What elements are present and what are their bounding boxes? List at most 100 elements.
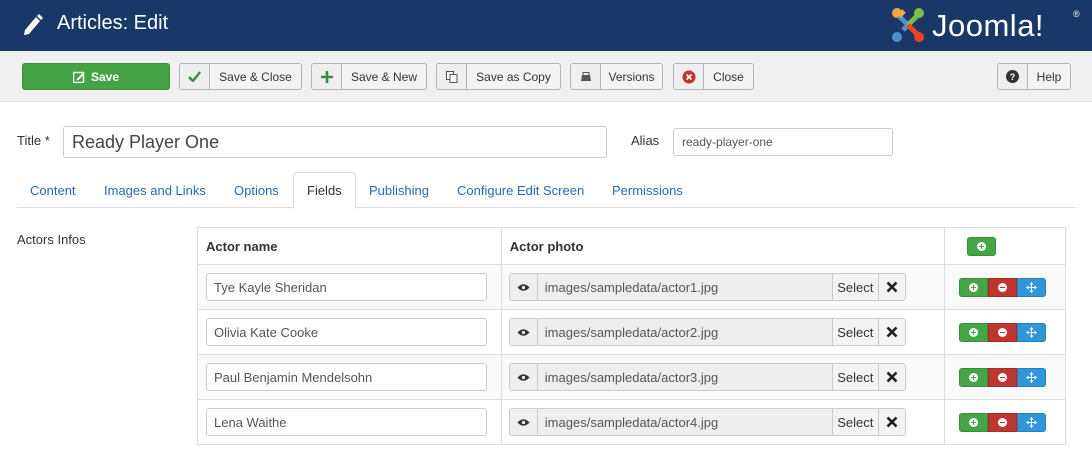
move-icon xyxy=(1026,281,1038,293)
plus-circle-icon xyxy=(969,327,979,337)
actor-photo-path[interactable]: images/sampledata/actor3.jpg xyxy=(537,364,832,390)
actor-name-input[interactable]: Paul Benjamin Mendelsohn xyxy=(206,363,487,391)
add-row-button[interactable] xyxy=(959,412,989,432)
clear-icon[interactable] xyxy=(877,319,905,345)
eye-icon[interactable] xyxy=(509,364,538,390)
table-header-row: Actor name Actor photo xyxy=(197,227,1066,265)
select-button[interactable]: Select xyxy=(831,409,878,435)
save-new-label: Save & New xyxy=(350,69,418,84)
actor-photo-path[interactable]: images/sampledata/actor4.jpg xyxy=(537,409,832,435)
actor-photo-path[interactable]: images/sampledata/actor1.jpg xyxy=(537,274,832,300)
close-label: Close xyxy=(713,69,744,84)
joomla-logo-icon xyxy=(892,8,924,42)
plus-circle-icon xyxy=(969,282,979,292)
table-row: Tye Kayle Sheridan images/sampledata/act… xyxy=(197,264,1066,310)
save-copy-label: Save as Copy xyxy=(476,69,551,84)
remove-row-button[interactable] xyxy=(988,412,1018,432)
actor-photo-path[interactable]: images/sampledata/actor2.jpg xyxy=(537,319,832,345)
actor-name-input[interactable]: Lena Waithe xyxy=(206,408,487,436)
help-label: Help xyxy=(1036,69,1062,84)
actor-photo-field: images/sampledata/actor4.jpg Select xyxy=(508,408,906,436)
remove-row-button[interactable] xyxy=(988,322,1018,342)
plus-circle-icon xyxy=(969,417,979,427)
select-button[interactable]: Select xyxy=(831,319,878,345)
logo-registered-mark: ® xyxy=(1073,9,1080,19)
actor-photo-field: images/sampledata/actor1.jpg Select xyxy=(508,273,906,301)
tab-options[interactable]: Options xyxy=(221,172,292,208)
actor-name-input[interactable]: Tye Kayle Sheridan xyxy=(206,273,487,301)
add-row-button[interactable] xyxy=(959,322,989,342)
versions-label: Versions xyxy=(608,69,655,84)
table-row: Olivia Kate Cooke images/sampledata/acto… xyxy=(197,309,1066,355)
save-copy-button[interactable]: Save as Copy xyxy=(436,63,561,90)
clear-icon[interactable] xyxy=(877,364,905,390)
move-row-button[interactable] xyxy=(1017,277,1047,297)
svg-text:?: ? xyxy=(1010,72,1016,82)
row-actions xyxy=(959,277,1065,297)
close-button[interactable]: Close xyxy=(673,63,754,90)
cancel-icon xyxy=(674,64,704,89)
copy-icon xyxy=(437,64,467,89)
actor-name-input[interactable]: Olivia Kate Cooke xyxy=(206,318,487,346)
clear-icon[interactable] xyxy=(877,409,905,435)
title-input[interactable]: Ready Player One xyxy=(63,126,607,158)
alias-label: Alias xyxy=(631,133,660,148)
eye-icon[interactable] xyxy=(509,409,538,435)
actor-photo-field: images/sampledata/actor3.jpg Select xyxy=(508,363,906,391)
row-actions xyxy=(959,322,1065,342)
archive-icon xyxy=(571,64,601,89)
move-icon xyxy=(1026,326,1038,338)
col-actions xyxy=(944,227,1066,265)
move-icon xyxy=(1026,371,1038,383)
clear-icon[interactable] xyxy=(877,274,905,300)
save-close-button[interactable]: Save & Close xyxy=(179,63,302,90)
move-row-button[interactable] xyxy=(1017,322,1047,342)
question-icon: ? xyxy=(998,64,1028,89)
actors-infos-label: Actors Infos xyxy=(17,232,86,247)
remove-row-button[interactable] xyxy=(988,367,1018,387)
move-icon xyxy=(1026,416,1038,428)
add-row-button[interactable] xyxy=(967,236,997,256)
save-button[interactable]: Save xyxy=(22,63,170,90)
eye-icon[interactable] xyxy=(509,319,538,345)
page-title: Articles: Edit xyxy=(57,12,169,34)
move-row-button[interactable] xyxy=(1017,412,1047,432)
select-button[interactable]: Select xyxy=(831,274,878,300)
add-row-button[interactable] xyxy=(959,277,989,297)
save-new-button[interactable]: Save & New xyxy=(311,63,427,90)
table-row: Paul Benjamin Mendelsohn images/sampleda… xyxy=(197,354,1066,400)
alias-input[interactable]: ready-player-one xyxy=(673,128,893,156)
move-row-button[interactable] xyxy=(1017,367,1047,387)
toolbar: Save Save & Close Save & New Save as Cop… xyxy=(0,51,1092,102)
col-actor-name: Actor name xyxy=(197,227,502,265)
check-icon xyxy=(180,64,210,89)
save-label: Save xyxy=(90,69,120,84)
minus-circle-icon xyxy=(998,372,1008,382)
tab-publishing[interactable]: Publishing xyxy=(356,172,442,208)
pencil-icon xyxy=(24,14,43,35)
tab-images-and-links[interactable]: Images and Links xyxy=(91,172,219,208)
tab-bar: Content Images and Links Options Fields … xyxy=(17,172,1075,209)
edit-icon xyxy=(72,71,85,83)
tab-configure-edit-screen[interactable]: Configure Edit Screen xyxy=(444,172,597,208)
row-actions xyxy=(959,412,1065,432)
minus-circle-icon xyxy=(998,282,1008,292)
help-button[interactable]: ? Help xyxy=(997,63,1071,90)
minus-circle-icon xyxy=(998,327,1008,337)
tab-fields[interactable]: Fields xyxy=(293,172,356,209)
actors-subform-table: Actor name Actor photo Tye Kayle Sherida… xyxy=(197,227,1066,445)
col-actor-photo: Actor photo xyxy=(500,227,946,265)
tab-permissions[interactable]: Permissions xyxy=(599,172,696,208)
remove-row-button[interactable] xyxy=(988,277,1018,297)
add-row-button[interactable] xyxy=(959,367,989,387)
eye-icon[interactable] xyxy=(509,274,538,300)
save-close-label: Save & Close xyxy=(219,69,292,84)
header-bar: Articles: Edit Joomla! ® xyxy=(0,0,1092,51)
plus-circle-icon xyxy=(969,372,979,382)
plus-icon xyxy=(312,64,342,89)
select-button[interactable]: Select xyxy=(831,364,878,390)
tab-content[interactable]: Content xyxy=(17,172,89,208)
versions-button[interactable]: Versions xyxy=(570,63,663,90)
logo-text: Joomla! xyxy=(932,8,1045,43)
title-label: Title * xyxy=(17,133,50,148)
